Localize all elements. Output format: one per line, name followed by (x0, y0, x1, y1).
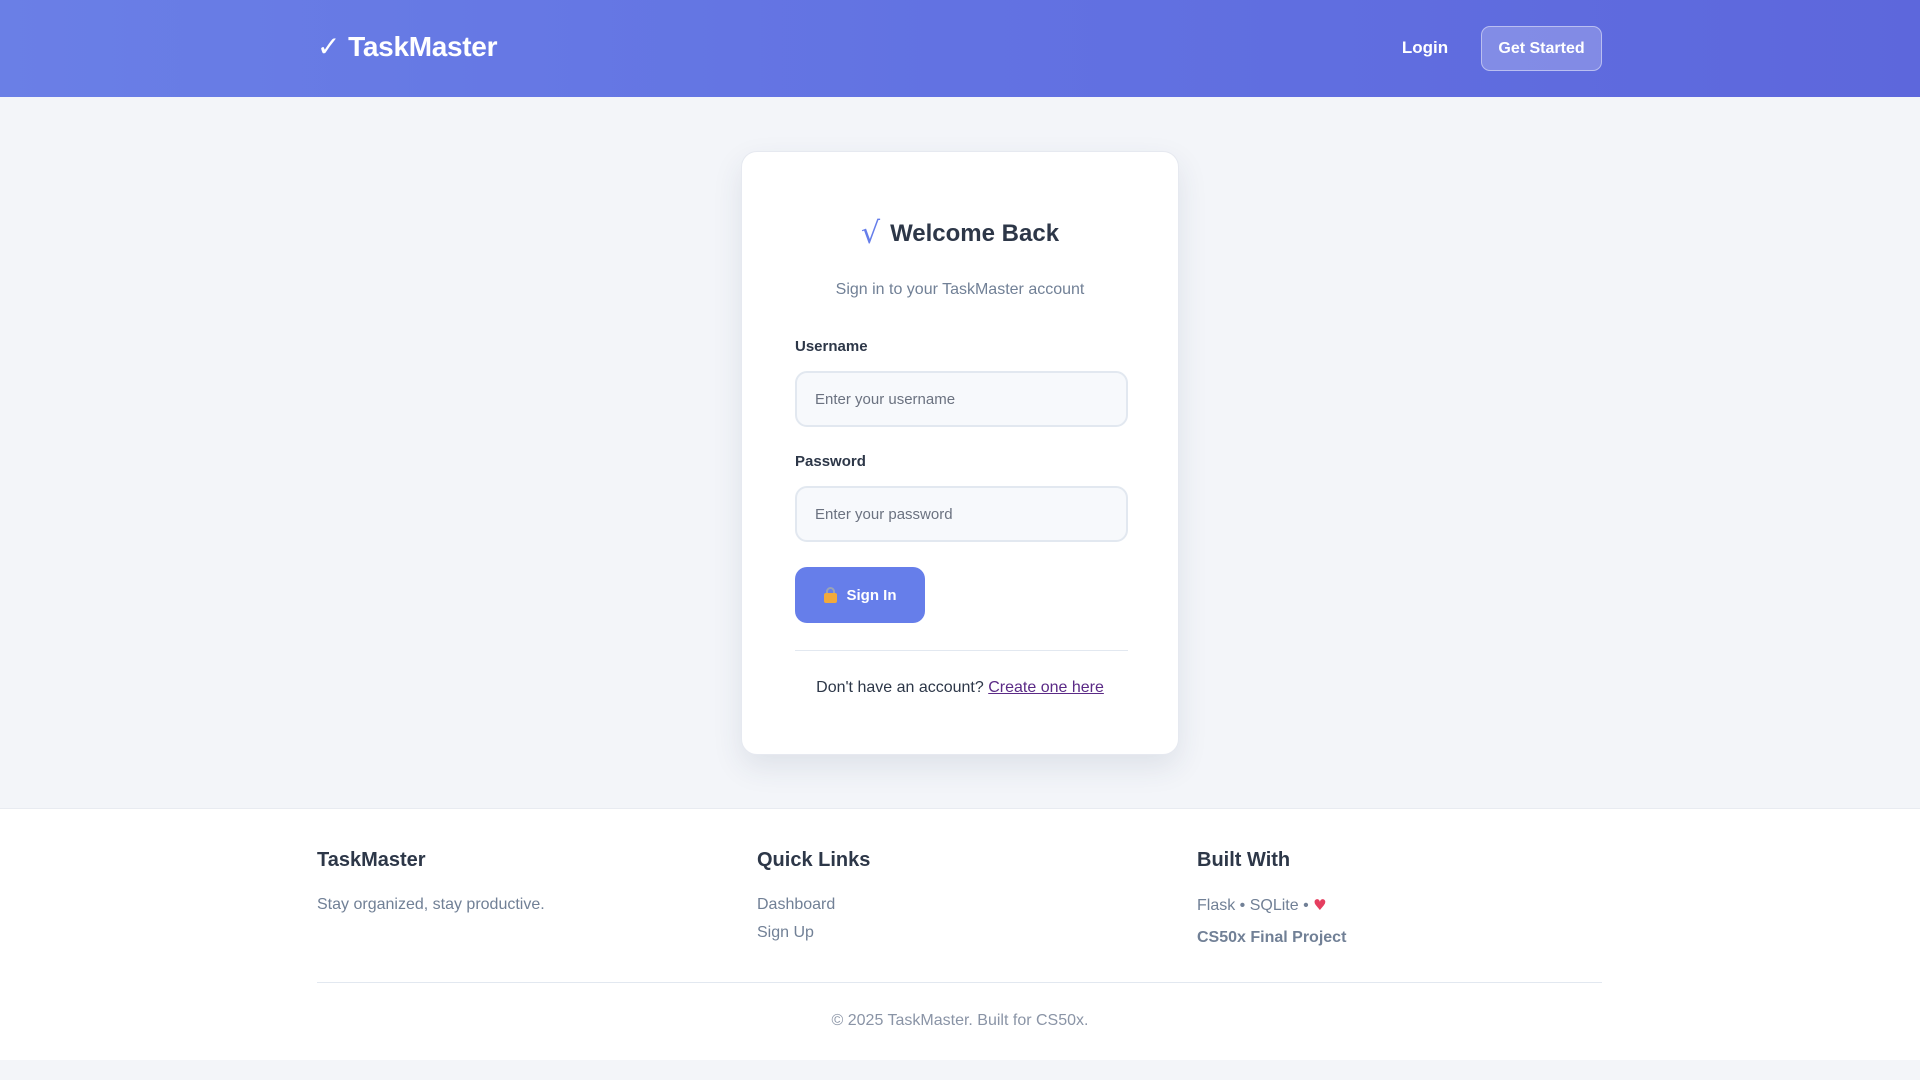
checkmark-icon: √ (860, 216, 881, 251)
get-started-button[interactable]: Get Started (1481, 26, 1602, 71)
heart-icon: ♥ (1313, 896, 1327, 914)
brand-name: TaskMaster (348, 30, 498, 62)
signup-prompt: Don't have an account? Create one here (742, 679, 1178, 697)
top-navbar: ✓ TaskMaster Login Get Started (0, 0, 1920, 97)
password-input[interactable] (795, 486, 1128, 542)
login-card: √ Welcome Back Sign in to your TaskMaste… (741, 151, 1179, 755)
tech-list: Flask • SQLite • (1197, 897, 1309, 914)
brand-logo[interactable]: ✓ TaskMaster (317, 30, 497, 63)
footer-link-signup[interactable]: Sign Up (757, 924, 870, 942)
footer-tagline: Stay organized, stay productive. (317, 896, 545, 913)
login-subtitle: Sign in to your TaskMaster account (835, 281, 1085, 298)
username-input[interactable] (795, 371, 1128, 427)
footer-built-with: Built With Flask • SQLite • ♥ CS50x Fina… (1197, 849, 1346, 947)
footer-project-label: CS50x Final Project (1197, 929, 1347, 946)
no-account-text: Don't have an account? (816, 679, 984, 696)
password-label: Password (795, 453, 866, 470)
checkmark-icon: ✓ (317, 30, 341, 63)
copyright-text: © 2025 TaskMaster. Built for CS50x. (831, 1012, 1089, 1029)
footer-about: TaskMaster Stay organized, stay producti… (317, 849, 545, 914)
footer-tech-stack: Flask • SQLite • ♥ (1197, 896, 1346, 915)
footer-link-dashboard[interactable]: Dashboard (757, 896, 870, 914)
footer-about-heading: TaskMaster (317, 849, 426, 871)
footer-quick-links: Quick Links Dashboard Sign Up (757, 849, 870, 942)
create-account-link[interactable]: Create one here (988, 679, 1104, 696)
nav-login-link[interactable]: Login (1386, 26, 1464, 70)
footer-built-heading: Built With (1197, 849, 1291, 871)
login-title: √ Welcome Back (742, 216, 1178, 251)
username-label: Username (795, 338, 868, 355)
lock-icon (823, 587, 837, 603)
card-divider (795, 650, 1128, 651)
footer-divider (317, 982, 1602, 983)
footer-links-heading: Quick Links (757, 849, 871, 871)
login-title-text: Welcome Back (890, 219, 1060, 247)
sign-in-label: Sign In (846, 586, 897, 604)
page-footer: TaskMaster Stay organized, stay producti… (0, 808, 1920, 1060)
sign-in-button[interactable]: Sign In (795, 567, 925, 623)
